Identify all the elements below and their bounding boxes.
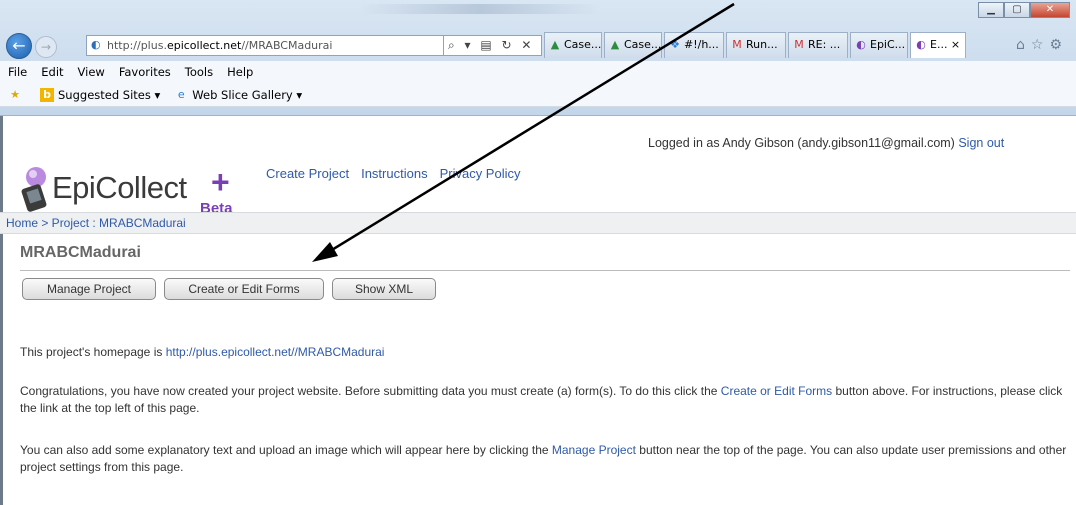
gmail-icon: M	[732, 38, 742, 51]
tab-label: Run...	[746, 38, 778, 51]
create-project-link[interactable]: Create Project	[266, 166, 349, 181]
tab-case-2[interactable]: ▲ Case...	[604, 32, 662, 58]
ie-icon: e	[177, 87, 185, 101]
page-content: EpiCollect + Beta Create Project Instruc…	[0, 116, 1076, 505]
navigation-row: ← → ◐ http://plus.epicollect.net//MRABCM…	[0, 30, 1076, 60]
window-left-edge	[0, 116, 3, 505]
instructions-link[interactable]: Instructions	[361, 166, 427, 181]
homepage-text: This project's homepage is	[20, 345, 166, 359]
menu-tools[interactable]: Tools	[185, 61, 213, 83]
explanatory-paragraph: You can also add some explanatory text a…	[20, 442, 1070, 476]
logo-text: EpiCollect	[52, 170, 187, 205]
manage-project-button[interactable]: Manage Project	[22, 278, 156, 300]
epicollect-icon: ◐	[856, 38, 866, 51]
menu-view[interactable]: View	[78, 61, 105, 83]
tab-label: E... ×	[930, 38, 961, 51]
homepage-paragraph: This project's homepage is http://plus.e…	[20, 344, 1070, 361]
create-edit-forms-button[interactable]: Create or Edit Forms	[164, 278, 324, 300]
address-bar[interactable]: ◐ http://plus.epicollect.net//MRABCMadur…	[86, 35, 444, 56]
logo-phone-icon	[21, 167, 47, 212]
congrats-text-a: Congratulations, you have now created yo…	[20, 384, 721, 398]
login-status: Logged in as Andy Gibson (andy.gibson11@…	[648, 136, 1004, 150]
url-domain: epicollect.net	[166, 39, 242, 52]
favorites-star-icon[interactable]: ☆	[1031, 37, 1050, 53]
address-tools[interactable]: ⌕ ▾ ▤ ↻ ✕	[444, 35, 542, 56]
title-divider	[20, 270, 1070, 271]
window-title	[360, 4, 600, 14]
congratulations-paragraph: Congratulations, you have now created yo…	[20, 383, 1070, 417]
breadcrumb[interactable]: Home > Project : MRABCMadurai	[6, 216, 186, 230]
tab-epicollect-active[interactable]: ◐ E... ×	[910, 32, 966, 58]
favorites-bar: ★ b Suggested Sites ▾ e Web Slice Gallery …	[0, 83, 1076, 107]
maximize-button[interactable]: ▢	[1004, 2, 1030, 18]
tab-dropbox[interactable]: ❖ #!/h...	[664, 32, 724, 58]
bing-icon: b	[40, 87, 54, 102]
homepage-link[interactable]: http://plus.epicollect.net//MRABCMadurai	[166, 345, 385, 359]
breadcrumb-bar: Home > Project : MRABCMadurai	[0, 212, 1076, 234]
minimize-button[interactable]: ▁	[978, 2, 1004, 18]
menu-edit[interactable]: Edit	[41, 61, 63, 83]
menu-help[interactable]: Help	[227, 61, 253, 83]
menu-file[interactable]: File	[8, 61, 27, 83]
tab-strip: ▲ Case... ▲ Case... ❖ #!/h... M Run... M RE: …	[544, 32, 968, 58]
web-slice-label: Web Slice Gallery ▾	[192, 87, 303, 102]
suggested-sites-label: Suggested Sites ▾	[58, 87, 161, 102]
manage-project-link[interactable]: Manage Project	[552, 443, 636, 457]
explanatory-text-a: You can also add some explanatory text a…	[20, 443, 552, 457]
star-icon: ★	[10, 87, 20, 101]
tab-label: Case...	[624, 38, 662, 51]
epicollect-icon: ◐	[916, 38, 926, 51]
create-edit-forms-link[interactable]: Create or Edit Forms	[721, 384, 832, 398]
browser-right-icons: ⌂☆⚙	[1016, 37, 1068, 53]
menu-bar: File Edit View Favorites Tools Help	[0, 61, 1076, 83]
tab-case-1[interactable]: ▲ Case...	[544, 32, 602, 58]
favorites-star[interactable]: ★	[8, 83, 26, 106]
home-icon[interactable]: ⌂	[1016, 37, 1031, 53]
page-title: MRABCMadurai	[20, 244, 141, 261]
browser-chrome: ▁ ▢ ✕ ← → ◐ http://plus.epicollect.net//…	[0, 0, 1076, 116]
tab-label: #!/h...	[684, 38, 719, 51]
privacy-policy-link[interactable]: Privacy Policy	[440, 166, 521, 181]
web-slice-gallery-link[interactable]: e Web Slice Gallery ▾	[174, 83, 302, 106]
tab-label: EpiC...	[870, 38, 906, 51]
url-suffix: //MRABCMadurai	[241, 39, 333, 52]
show-xml-button[interactable]: Show XML	[332, 278, 436, 300]
gmail-icon: M	[794, 38, 804, 51]
page-icon: ◐	[91, 38, 101, 51]
tab-label: Case...	[564, 38, 602, 51]
back-button[interactable]: ←	[6, 33, 32, 59]
menu-favorites[interactable]: Favorites	[119, 61, 171, 83]
close-window-button[interactable]: ✕	[1030, 2, 1070, 18]
drive-icon: ▲	[550, 38, 560, 51]
suggested-sites-link[interactable]: b Suggested Sites ▾	[40, 83, 160, 106]
drive-icon: ▲	[610, 38, 620, 51]
project-actions: Manage Project Create or Edit Forms Show…	[22, 278, 444, 300]
logo-plus: +	[211, 164, 230, 200]
tab-gmail-run[interactable]: M Run...	[726, 32, 786, 58]
tab-gmail-re[interactable]: M RE: ...	[788, 32, 848, 58]
url-prefix: http://plus.	[107, 39, 167, 52]
tab-epicollect-1[interactable]: ◐ EpiC...	[850, 32, 908, 58]
logged-in-text: Logged in as Andy Gibson (andy.gibson11@…	[648, 136, 955, 150]
tab-label: RE: ...	[808, 38, 841, 51]
site-nav: Create Project Instructions Privacy Poli…	[266, 166, 533, 181]
title-bar: ▁ ▢ ✕	[0, 0, 1076, 30]
dropbox-icon: ❖	[670, 38, 680, 51]
forward-button[interactable]: →	[35, 36, 57, 58]
gear-icon[interactable]: ⚙	[1049, 37, 1068, 53]
epicollect-logo[interactable]: EpiCollect + Beta	[20, 162, 260, 218]
sign-out-link[interactable]: Sign out	[958, 136, 1004, 150]
window-controls: ▁ ▢ ✕	[978, 2, 1070, 18]
